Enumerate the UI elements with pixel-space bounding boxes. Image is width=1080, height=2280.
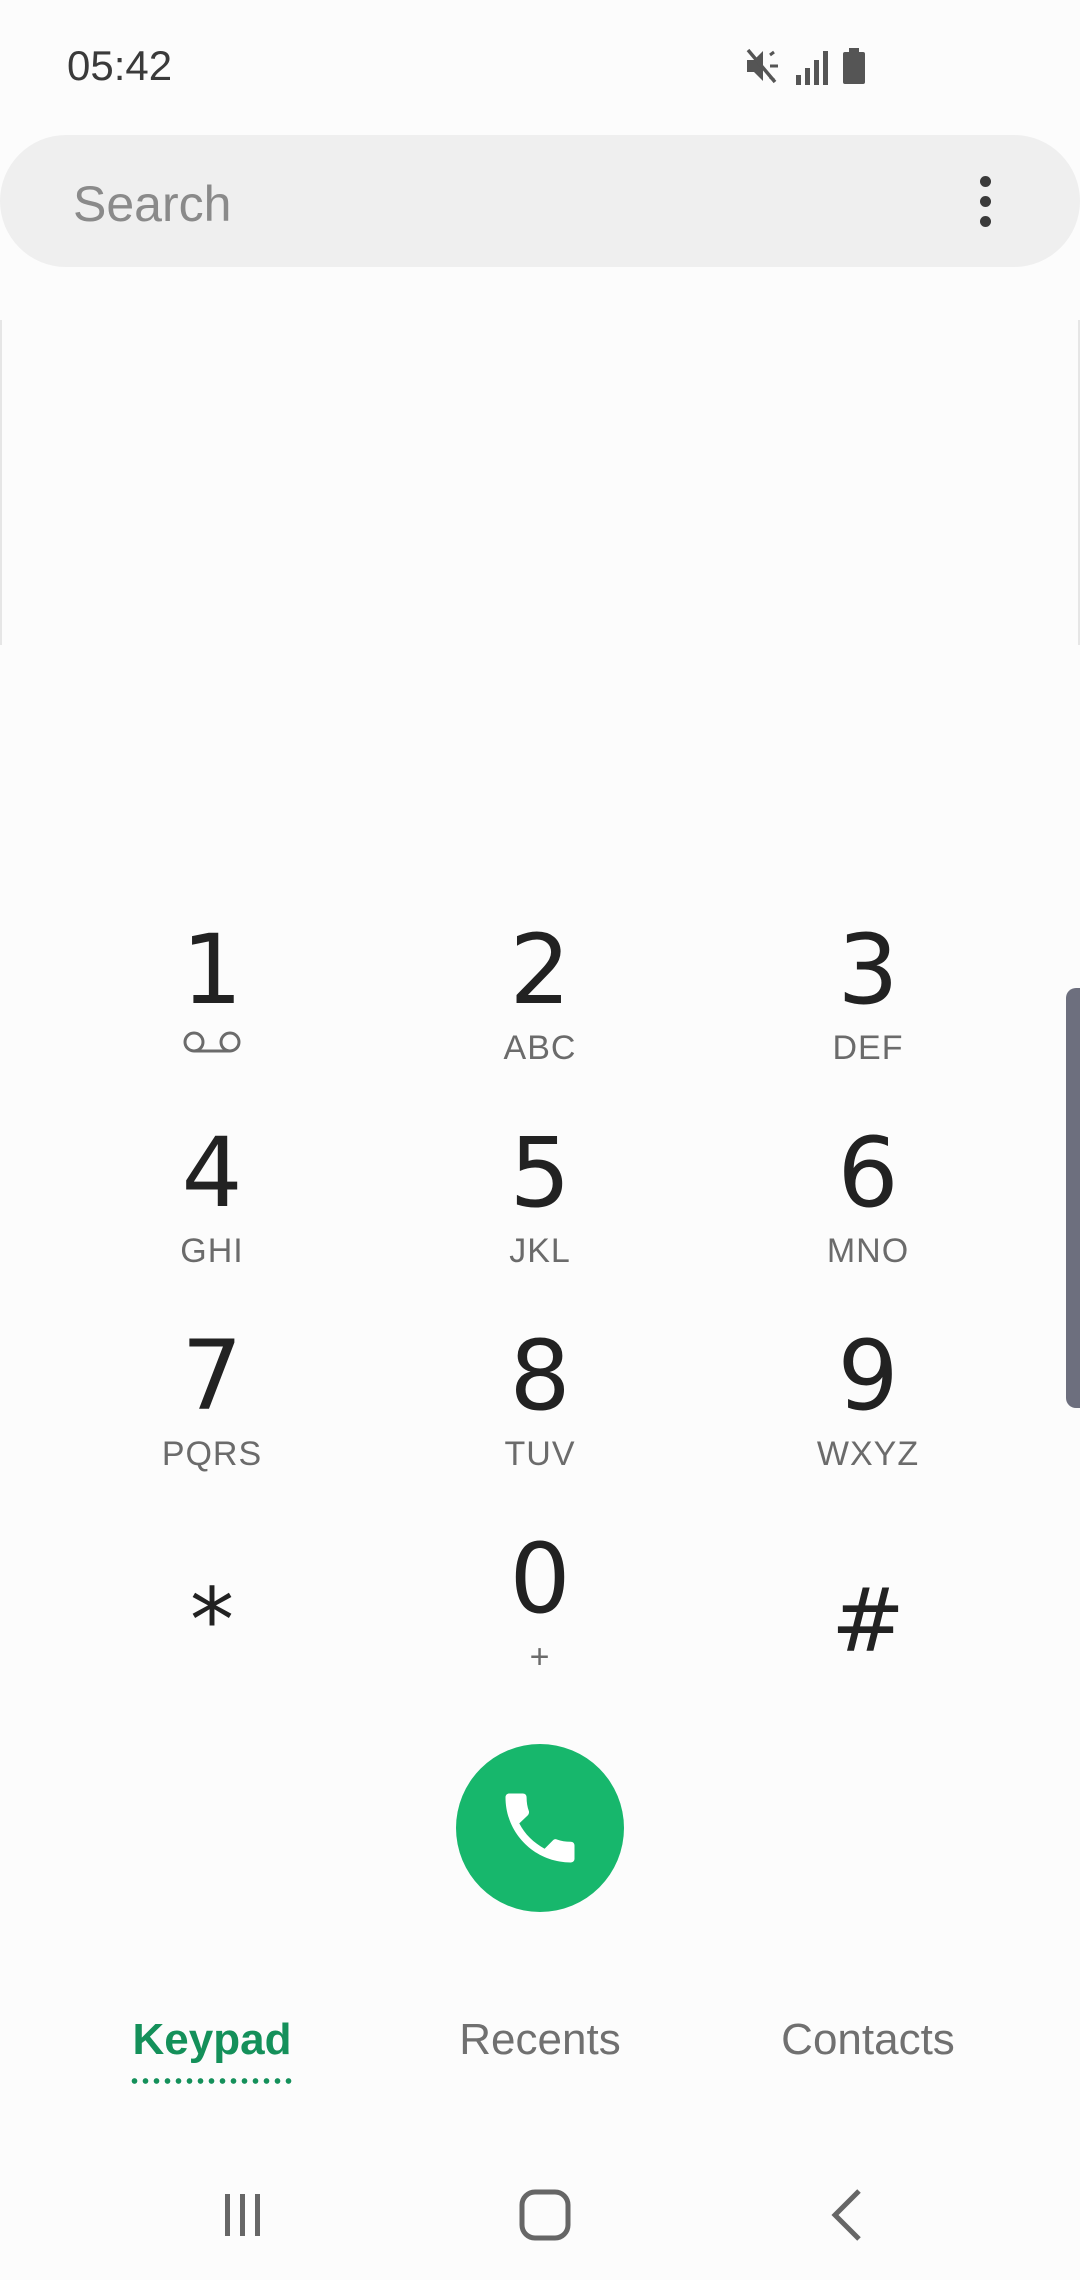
back-button[interactable]	[803, 2180, 893, 2250]
key-letters: MNO	[826, 1232, 910, 1270]
tab-label: Recents	[459, 2015, 621, 2064]
key-letters: DEF	[832, 1029, 904, 1067]
navigation-bar	[0, 2150, 1080, 2280]
search-bar[interactable]: Search	[0, 135, 1080, 267]
key-star[interactable]: *	[82, 1509, 342, 1699]
key-0[interactable]: 0 +	[410, 1509, 670, 1699]
home-button[interactable]	[500, 2180, 590, 2250]
more-options-icon-dot	[979, 215, 991, 227]
search-input[interactable]: Search	[73, 175, 231, 233]
key-3[interactable]: 3 DEF	[738, 900, 998, 1090]
key-hash[interactable]: #	[738, 1509, 998, 1699]
tab-contacts[interactable]: Contacts	[703, 2000, 1033, 2090]
key-sub	[82, 1030, 342, 1054]
key-digit: *	[190, 1569, 234, 1672]
key-letters: GHI	[180, 1232, 244, 1270]
number-display	[0, 320, 1080, 645]
key-digit: 1	[181, 914, 243, 1026]
dialer-screen: 05:42 Search 1 2 ABC 3 DEF 4 GHI 5 JKL 6…	[0, 0, 1080, 2280]
status-time: 05:42	[67, 42, 173, 89]
key-letters: PQRS	[161, 1435, 263, 1473]
key-5[interactable]: 5 JKL	[410, 1103, 670, 1293]
key-8[interactable]: 8 TUV	[410, 1306, 670, 1496]
call-button[interactable]	[456, 1744, 624, 1912]
key-digit: 8	[509, 1320, 571, 1432]
tab-keypad[interactable]: Keypad	[47, 2000, 377, 2090]
tab-label: Keypad	[132, 2015, 292, 2064]
back-icon	[831, 2189, 861, 2241]
signal-icon	[795, 49, 831, 90]
key-7[interactable]: 7 PQRS	[82, 1306, 342, 1496]
key-letters: WXYZ	[816, 1435, 920, 1473]
key-letters: ABC	[503, 1029, 577, 1067]
key-digit: 7	[181, 1320, 243, 1432]
mute-icon	[745, 47, 785, 90]
home-icon	[519, 2189, 571, 2241]
key-4[interactable]: 4 GHI	[82, 1103, 342, 1293]
key-letters: +	[529, 1638, 551, 1676]
key-6[interactable]: 6 MNO	[738, 1103, 998, 1293]
key-9[interactable]: 9 WXYZ	[738, 1306, 998, 1496]
key-digit: 0	[509, 1523, 571, 1635]
status-bar: 05:42	[0, 0, 1080, 130]
key-digit: 5	[509, 1117, 571, 1229]
phone-icon	[505, 1793, 575, 1863]
key-digit: 6	[837, 1117, 899, 1229]
tab-active-indicator	[129, 2078, 295, 2084]
key-letters: JKL	[509, 1232, 571, 1270]
more-options-icon	[979, 175, 991, 187]
key-2[interactable]: 2 ABC	[410, 900, 670, 1090]
recent-apps-icon	[225, 2194, 260, 2236]
keypad: 1 2 ABC 3 DEF 4 GHI 5 JKL 6 MNO 7 PQRS 8…	[0, 900, 1080, 1700]
key-digit: 3	[837, 914, 899, 1026]
bottom-tabs: Keypad Recents Contacts	[0, 2000, 1080, 2090]
status-icons	[745, 48, 867, 90]
key-digit: 4	[181, 1117, 243, 1229]
key-1[interactable]: 1	[82, 900, 342, 1090]
key-digit: 9	[837, 1320, 899, 1432]
key-letters: TUV	[504, 1435, 576, 1473]
key-digit: 2	[509, 914, 571, 1026]
tab-recents[interactable]: Recents	[375, 2000, 705, 2090]
tab-label: Contacts	[781, 2015, 955, 2064]
more-options-icon-dot	[979, 195, 991, 207]
battery-icon	[841, 47, 867, 90]
voicemail-icon	[183, 1031, 241, 1053]
key-digit: #	[831, 1569, 905, 1672]
more-options-button[interactable]	[955, 161, 1015, 241]
recent-apps-button[interactable]	[198, 2180, 288, 2250]
